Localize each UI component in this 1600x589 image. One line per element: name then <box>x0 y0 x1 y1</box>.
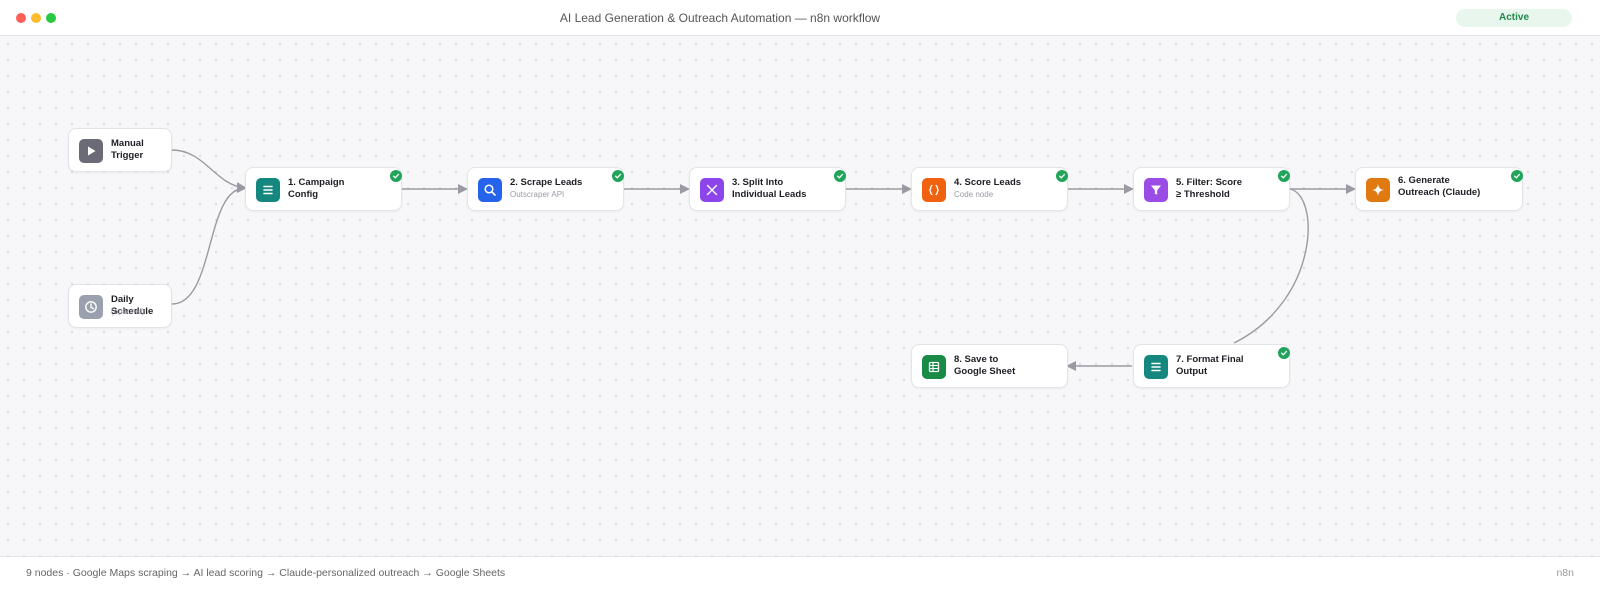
node-score-leads-sub: Code node <box>954 190 994 199</box>
success-check-icon <box>834 170 846 182</box>
success-check-icon <box>612 170 624 182</box>
node-generate-outreach-label-1: 6. Generate <box>1398 175 1450 186</box>
list-icon <box>1144 355 1168 379</box>
node-filter-score[interactable]: 5. Filter: Score ≥ Threshold <box>1133 167 1290 211</box>
node-filter-score-label-2: ≥ Threshold <box>1176 189 1230 200</box>
node-score-leads[interactable]: 4. Score Leads Code node <box>911 167 1068 211</box>
node-scrape-leads-label: 2. Scrape Leads <box>510 177 583 188</box>
node-campaign-config[interactable]: 1. Campaign Config <box>245 167 402 211</box>
node-filter-score-label-1: 5. Filter: Score <box>1176 177 1242 188</box>
node-score-leads-label: 4. Score Leads <box>954 177 1022 188</box>
success-check-icon <box>1278 347 1290 359</box>
node-save-sheet-label-1: 8. Save to <box>954 354 999 365</box>
success-check-icon <box>390 170 402 182</box>
status-badge[interactable]: Active <box>1456 9 1572 27</box>
node-format-output[interactable]: 7. Format Final Output <box>1133 344 1290 388</box>
node-campaign-config-label-2: Config <box>288 189 319 200</box>
code-braces-icon <box>922 178 946 202</box>
workflow-summary: 9 nodes · Google Maps scraping → AI lead… <box>26 567 506 579</box>
node-daily-schedule-sub: (optional) <box>111 307 145 316</box>
node-save-sheet[interactable]: 8. Save to Google Sheet <box>911 344 1068 388</box>
workflow-canvas[interactable] <box>0 36 1600 556</box>
play-icon <box>79 139 103 163</box>
node-daily-schedule[interactable]: Daily Schedule (optional) <box>68 284 172 328</box>
node-scrape-leads[interactable]: 2. Scrape Leads Outscraper API <box>467 167 624 211</box>
node-format-output-label-1: 7. Format Final <box>1176 354 1244 365</box>
search-icon <box>478 178 502 202</box>
success-check-icon <box>1056 170 1068 182</box>
node-campaign-config-label-1: 1. Campaign <box>288 177 345 188</box>
node-manual-trigger-label-1: Manual <box>111 138 144 149</box>
funnel-icon <box>1144 178 1168 202</box>
node-manual-trigger[interactable]: Manual Trigger <box>68 128 172 172</box>
node-split-leads[interactable]: 3. Split Into Individual Leads <box>689 167 846 211</box>
split-icon <box>700 178 724 202</box>
clock-icon <box>79 295 103 319</box>
node-generate-outreach-label-2: Outreach (Claude) <box>1398 187 1481 198</box>
success-check-icon <box>1511 170 1523 182</box>
brand-label: n8n <box>1556 567 1574 579</box>
node-split-leads-label-2: Individual Leads <box>732 189 807 200</box>
success-check-icon <box>1278 170 1290 182</box>
node-save-sheet-label-2: Google Sheet <box>954 366 1016 377</box>
node-manual-trigger-label-2: Trigger <box>111 150 144 161</box>
node-split-leads-label-1: 3. Split Into <box>732 177 784 188</box>
spreadsheet-icon <box>922 355 946 379</box>
node-format-output-label-2: Output <box>1176 366 1208 377</box>
list-icon <box>256 178 280 202</box>
node-generate-outreach[interactable]: 6. Generate Outreach (Claude) <box>1355 167 1523 211</box>
title-bar: AI Lead Generation & Outreach Automation… <box>0 0 1600 36</box>
node-scrape-leads-sub: Outscraper API <box>510 190 565 199</box>
status-footer: 9 nodes · Google Maps scraping → AI lead… <box>0 556 1600 588</box>
sparkle-icon <box>1366 178 1390 202</box>
window-title: AI Lead Generation & Outreach Automation… <box>559 11 881 25</box>
